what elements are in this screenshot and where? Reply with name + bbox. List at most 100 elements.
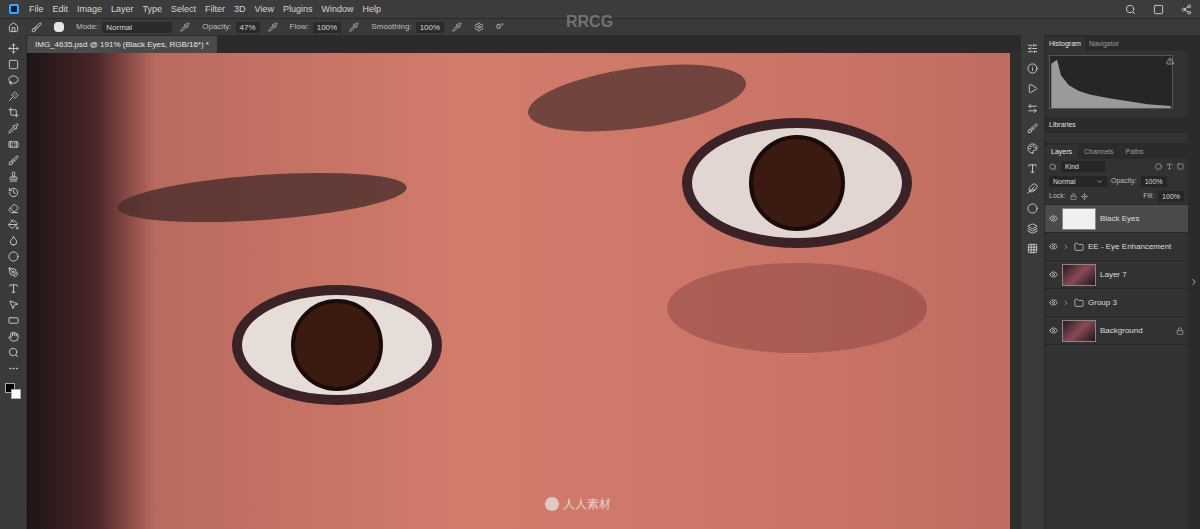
search-icon[interactable] <box>1125 4 1136 15</box>
layer-thumbnail <box>1062 264 1096 286</box>
menu-item[interactable]: Layer <box>111 5 134 14</box>
option-field[interactable]: Smoothing:100% <box>371 21 462 33</box>
tool-icon[interactable] <box>8 155 19 166</box>
panel-icon[interactable] <box>1027 143 1038 154</box>
visibility-icon[interactable] <box>1049 270 1058 279</box>
scrollbar[interactable] <box>1010 53 1020 529</box>
panel-icon[interactable] <box>1027 223 1038 234</box>
tool-icon[interactable] <box>8 91 19 102</box>
toolbar <box>0 35 27 529</box>
warning-icon[interactable] <box>1166 57 1174 65</box>
panel-icon[interactable] <box>1027 203 1038 214</box>
app-logo-icon[interactable] <box>8 3 20 15</box>
tool-icon[interactable] <box>8 219 19 230</box>
histogram-chart <box>1049 55 1173 109</box>
filter-icon <box>1049 163 1057 171</box>
blend-mode-select[interactable]: Normal <box>1049 176 1107 187</box>
lock-icon <box>1176 327 1184 335</box>
options-bar: Mode:Normal Opacity:47% Flow:100% Smoothing… <box>0 18 1200 35</box>
tool-icon[interactable] <box>8 123 19 134</box>
menu-item[interactable]: Image <box>77 5 102 14</box>
eyebrow-right <box>524 53 750 143</box>
filter-select[interactable]: Kind <box>1061 161 1105 172</box>
menu-item[interactable]: Window <box>322 5 354 14</box>
panel-tab[interactable]: Channels <box>1078 145 1120 159</box>
tool-icon[interactable] <box>8 203 19 214</box>
share-icon[interactable] <box>1181 4 1192 15</box>
panel-icon[interactable] <box>1027 83 1038 94</box>
panel-tab[interactable]: Histogram <box>1045 37 1085 51</box>
pressure-icon[interactable] <box>452 22 462 32</box>
layer-row[interactable]: Group 3 <box>1045 289 1188 317</box>
visibility-icon[interactable] <box>1049 242 1058 251</box>
panel-icon[interactable] <box>1027 103 1038 114</box>
menu-item[interactable]: File <box>29 5 44 14</box>
tool-icon[interactable] <box>8 171 19 182</box>
tool-icon[interactable] <box>8 107 19 118</box>
layer-thumbnail <box>1062 208 1096 230</box>
home-icon[interactable] <box>8 22 19 33</box>
visibility-icon[interactable] <box>1049 298 1058 307</box>
menu-item[interactable]: View <box>255 5 274 14</box>
tool-icon[interactable] <box>8 187 19 198</box>
settings-icon[interactable] <box>474 22 484 32</box>
tool-icon[interactable] <box>8 267 19 278</box>
layer-row[interactable]: Layer 7 <box>1045 261 1188 289</box>
panel-tab[interactable]: Navigator <box>1085 37 1123 51</box>
color-swatches[interactable] <box>5 383 21 399</box>
option-field[interactable]: Flow:100% <box>290 21 360 33</box>
layer-row[interactable]: EE - Eye Enhancement <box>1045 233 1188 261</box>
tool-icon[interactable] <box>8 331 19 342</box>
tool-icon[interactable] <box>8 59 19 70</box>
document-tab[interactable]: IMG_4635.psd @ 191% (Black Eyes, RGB/16*… <box>27 36 217 53</box>
panel-icon[interactable] <box>1027 123 1038 134</box>
pressure-icon[interactable] <box>268 22 278 32</box>
eye-right <box>682 118 912 248</box>
pressure-icon[interactable] <box>349 22 359 32</box>
fill-field[interactable]: 100% <box>1158 191 1184 202</box>
brush-swatch[interactable] <box>54 22 64 32</box>
layer-row[interactable]: Black Eyes <box>1045 205 1188 233</box>
tool-icon[interactable] <box>8 315 19 326</box>
collapse-strip[interactable] <box>1188 35 1200 529</box>
tool-icon[interactable] <box>8 235 19 246</box>
layer-thumbnail <box>1062 320 1096 342</box>
tool-icon[interactable] <box>8 363 19 374</box>
tool-icon[interactable] <box>8 251 19 262</box>
panel-icon[interactable] <box>1027 43 1038 54</box>
expand-icon[interactable] <box>1062 299 1070 307</box>
angle-field[interactable]: 0° <box>496 21 504 33</box>
panel-icon[interactable] <box>1027 163 1038 174</box>
menu-item[interactable]: 3D <box>234 5 246 14</box>
menu-item[interactable]: Type <box>143 5 163 14</box>
menu-item[interactable]: Help <box>363 5 382 14</box>
panel-icon[interactable] <box>1027 243 1038 254</box>
visibility-icon[interactable] <box>1049 326 1058 335</box>
opacity-field[interactable]: 100% <box>1141 176 1167 187</box>
photo[interactable]: 人人素材 <box>27 53 1010 529</box>
tool-icon[interactable] <box>8 75 19 86</box>
panel-tab[interactable]: Paths <box>1120 145 1150 159</box>
menu-item[interactable]: Select <box>171 5 196 14</box>
pressure-icon[interactable] <box>180 22 190 32</box>
tool-icon[interactable] <box>8 347 19 358</box>
brush-preset-icon[interactable] <box>31 22 42 33</box>
menu-item[interactable]: Filter <box>205 5 225 14</box>
workspace-icon[interactable] <box>1153 4 1164 15</box>
panel-icon[interactable] <box>1027 183 1038 194</box>
panel-tab[interactable]: Layers <box>1045 145 1078 159</box>
layer-row[interactable]: Background <box>1045 317 1188 345</box>
libraries-tab[interactable]: Libraries <box>1045 117 1188 133</box>
tool-icon[interactable] <box>8 283 19 294</box>
collapse-icon[interactable] <box>1189 277 1199 287</box>
tool-icon[interactable] <box>8 43 19 54</box>
menu-item[interactable]: Edit <box>53 5 69 14</box>
menu-item[interactable]: Plugins <box>283 5 313 14</box>
visibility-icon[interactable] <box>1049 214 1058 223</box>
expand-icon[interactable] <box>1062 243 1070 251</box>
option-field[interactable]: Opacity:47% <box>202 21 277 33</box>
tool-icon[interactable] <box>8 299 19 310</box>
panel-icon[interactable] <box>1027 63 1038 74</box>
option-field[interactable]: Mode:Normal <box>76 21 190 33</box>
tool-icon[interactable] <box>8 139 19 150</box>
